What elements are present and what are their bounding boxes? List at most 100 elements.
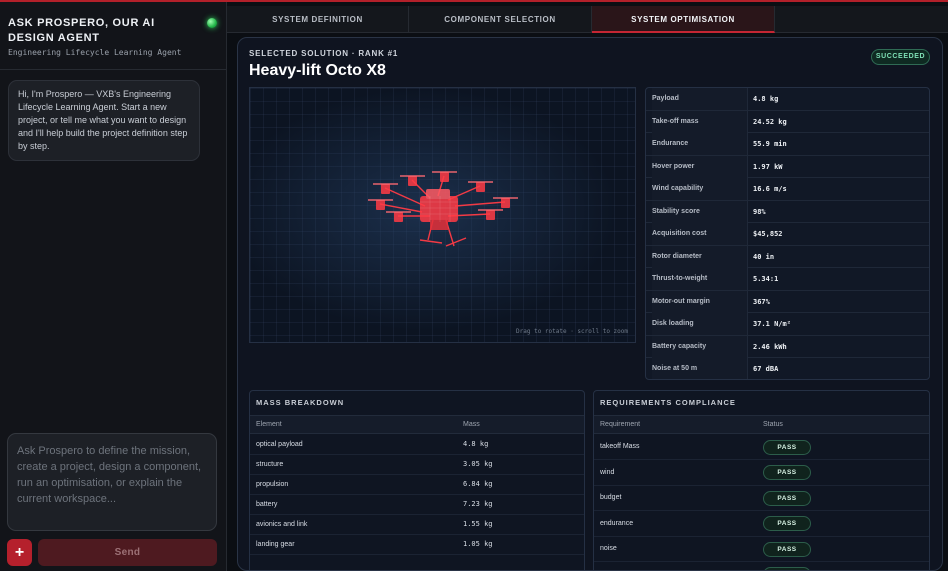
cell-mass: 4.8 kg	[463, 440, 489, 448]
cell-element: structure	[256, 461, 284, 468]
spec-row: Thrust-to-weight 5.34:1	[646, 268, 929, 291]
drone-model	[368, 171, 518, 247]
assistant-message: Hi, I'm Prospero — VXB's Engineering Lif…	[8, 80, 200, 161]
cell-mass: 1.55 kg	[463, 520, 493, 528]
table-row: noise PASS	[594, 537, 929, 562]
column-header: Status	[763, 421, 783, 428]
spec-key: Stability score	[652, 200, 747, 223]
cell-element: avionics and link	[256, 521, 308, 528]
spec-row: Battery capacity 2.46 kWh	[646, 335, 929, 358]
cell-element: propulsion	[256, 481, 289, 488]
tab-system-optimisation[interactable]: SYSTEM OPTIMISATION	[592, 6, 775, 33]
table-row-partial	[594, 562, 929, 570]
spec-row: Wind capability 16.6 m/s	[646, 178, 929, 201]
spec-key: Rotor diameter	[652, 245, 747, 268]
spec-row: Acquisition cost $45,852	[646, 223, 929, 246]
cell-requirement: takeoff Mass	[600, 443, 640, 450]
spec-value: 40 in	[753, 252, 775, 261]
spec-value: 98%	[753, 207, 766, 216]
cell-requirement: wind	[600, 469, 615, 476]
spec-row: Disk loading 37.1 N/m²	[646, 313, 929, 336]
table-row: landing gear 1.05 kg	[250, 535, 584, 555]
table-header: Requirement Status	[594, 415, 929, 434]
spec-key: Acquisition cost	[652, 223, 747, 245]
spec-key: Endurance	[652, 133, 747, 155]
cell-mass: 6.84 kg	[463, 480, 493, 488]
tab-system-definition[interactable]: SYSTEM DEFINITION	[227, 6, 409, 33]
spec-key: Thrust-to-weight	[652, 268, 747, 290]
pass-badge: PASS	[763, 465, 811, 480]
spec-row: Noise at 50 m 67 dBA	[646, 358, 929, 379]
table-row: wind PASS	[594, 460, 929, 486]
requirements-compliance-table: REQUIREMENTS COMPLIANCE Requirement Stat…	[593, 390, 930, 570]
send-button[interactable]: Send	[38, 539, 217, 566]
spec-key: Noise at 50 m	[652, 358, 747, 379]
new-project-button[interactable]: +	[7, 539, 32, 566]
table-row: budget PASS	[594, 486, 929, 511]
spec-value: 67 dBA	[753, 365, 779, 373]
spec-key: Payload	[652, 88, 747, 110]
spec-key: Hover power	[652, 155, 747, 178]
compliance-title: REQUIREMENTS COMPLIANCE	[600, 398, 736, 407]
table-row: structure 3.05 kg	[250, 455, 584, 475]
3d-model-viewer[interactable]: Drag to rotate · scroll to zoom	[249, 87, 636, 343]
spec-row: Stability score 98%	[646, 200, 929, 223]
cell-element: battery	[256, 501, 278, 508]
solution-title: Heavy-lift Octo X8	[249, 62, 386, 79]
spec-value: 5.34:1	[753, 275, 779, 283]
assistant-sidebar: ASK PROSPERO, OUR AI DESIGN AGENT Engine…	[0, 2, 227, 571]
cell-element: optical payload	[256, 441, 303, 448]
sidebar-title: ASK PROSPERO, OUR AI DESIGN AGENT	[8, 17, 155, 44]
pass-badge: PASS	[763, 440, 811, 455]
cell-requirement: budget	[600, 494, 622, 501]
spec-value: 367%	[753, 297, 770, 306]
status-badge: SUCCEEDED	[871, 49, 930, 65]
selected-solution-label: SELECTED SOLUTION · RANK #1	[249, 49, 399, 58]
spec-key: Wind capability	[652, 178, 747, 200]
spec-key: Disk loading	[652, 313, 747, 335]
tab-bar-filler	[775, 6, 948, 33]
spec-key: Battery capacity	[652, 335, 747, 358]
table-row: takeoff Mass PASS	[594, 435, 929, 460]
spec-row: Take-off mass 24.52 kg	[646, 110, 929, 133]
sidebar-header: ASK PROSPERO, OUR AI DESIGN AGENT Engine…	[0, 2, 227, 70]
pass-badge: PASS	[763, 491, 811, 506]
spec-value: 4.8 kg	[753, 95, 779, 103]
column-header: Element	[256, 421, 282, 428]
mass-breakdown-title: MASS BREAKDOWN	[256, 398, 345, 407]
spec-key: Take-off mass	[652, 110, 747, 133]
table-row: endurance PASS	[594, 511, 929, 537]
table-row: battery 7.23 kg	[250, 495, 584, 515]
spec-row: Rotor diameter 40 in	[646, 245, 929, 268]
table-header: Element Mass	[250, 415, 584, 434]
column-header: Mass	[463, 421, 480, 428]
cell-mass: 3.05 kg	[463, 460, 493, 468]
column-header: Requirement	[600, 421, 641, 428]
viewer-hint: Drag to rotate · scroll to zoom	[516, 328, 628, 335]
spec-key: Motor-out margin	[652, 290, 747, 313]
online-status-icon	[207, 18, 217, 28]
spec-value: 37.1 N/m²	[753, 320, 791, 328]
optimisation-panel: SELECTED SOLUTION · RANK #1 Heavy-lift O…	[237, 37, 943, 571]
table-row: optical payload 4.8 kg	[250, 435, 584, 455]
spec-value: 16.6 m/s	[753, 185, 787, 193]
spec-value: $45,852	[753, 230, 783, 238]
workspace-tabs: SYSTEM DEFINITION COMPONENT SELECTION SY…	[227, 6, 948, 33]
spec-value: 24.52 kg	[753, 117, 787, 126]
spec-table: Payload 4.8 kg Take-off mass 24.52 kg Endu…	[645, 87, 930, 380]
table-row: avionics and link 1.55 kg	[250, 515, 584, 535]
tab-component-selection[interactable]: COMPONENT SELECTION	[409, 6, 592, 33]
cell-element: landing gear	[256, 541, 295, 548]
cell-mass: 7.23 kg	[463, 500, 493, 508]
spec-row: Hover power 1.97 kW	[646, 155, 929, 178]
pass-badge: PASS	[763, 516, 811, 531]
sidebar-subtitle: Engineering Lifecycle Learning Agent	[8, 48, 182, 57]
spec-row: Motor-out margin 367%	[646, 290, 929, 313]
spec-value: 1.97 kW	[753, 162, 783, 171]
table-row: propulsion 6.84 kg	[250, 475, 584, 495]
spec-value: 2.46 kWh	[753, 342, 787, 351]
mass-breakdown-table: MASS BREAKDOWN Element Mass optical payl…	[249, 390, 585, 570]
pass-badge-partial	[763, 567, 811, 570]
pass-badge: PASS	[763, 542, 811, 557]
chat-input[interactable]	[7, 433, 217, 531]
